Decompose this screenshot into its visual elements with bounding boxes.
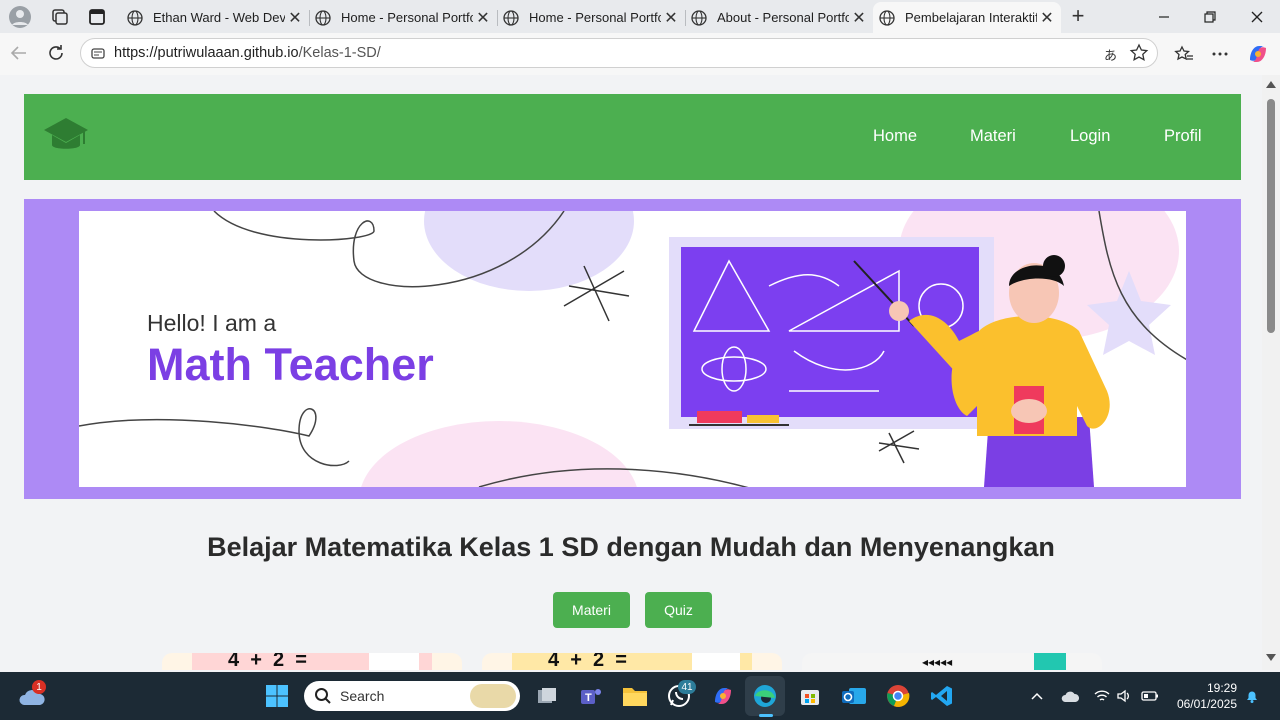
banner-title: Math Teacher bbox=[147, 339, 434, 390]
copilot-app-icon[interactable] bbox=[709, 682, 737, 710]
banner-image: Hello! I am a Math Teacher bbox=[79, 211, 1186, 487]
reload-icon[interactable] bbox=[46, 43, 66, 63]
tab-2[interactable]: Home - Personal Portfol ✕ bbox=[309, 2, 498, 33]
nav-login-link[interactable]: Login bbox=[1070, 127, 1110, 146]
page-viewport: Home Materi Login Profil Hello! I am a M… bbox=[0, 75, 1262, 670]
globe-icon bbox=[879, 9, 895, 26]
weather-badge: 1 bbox=[32, 680, 46, 694]
tab-actions-icon[interactable] bbox=[87, 7, 107, 27]
lesson-card-3[interactable]: ◂◂◂◂◂ bbox=[802, 653, 1102, 670]
site-info-icon[interactable] bbox=[90, 45, 106, 61]
teams-icon[interactable]: T bbox=[577, 682, 605, 710]
scroll-down-icon[interactable] bbox=[1266, 654, 1276, 661]
page-title: Belajar Matematika Kelas 1 SD dengan Mud… bbox=[207, 532, 1055, 562]
tab-title: Home - Personal Portfol bbox=[341, 10, 473, 25]
taskbar: 1 Search T 41 19:29 06/01/2025 bbox=[0, 672, 1280, 720]
favorites-icon[interactable] bbox=[1174, 44, 1194, 64]
edge-browser-icon[interactable] bbox=[751, 682, 779, 710]
whatsapp-badge: 41 bbox=[678, 680, 696, 694]
vertical-scrollbar[interactable] bbox=[1262, 75, 1280, 670]
vscode-icon[interactable] bbox=[928, 682, 956, 710]
close-tab-icon[interactable]: ✕ bbox=[285, 8, 305, 28]
quiz-button[interactable]: Quiz bbox=[645, 592, 712, 628]
search-highlight-image bbox=[470, 684, 516, 708]
close-tab-icon[interactable]: ✕ bbox=[661, 8, 681, 28]
tab-title: Pembelajaran Interaktif bbox=[905, 10, 1037, 25]
close-tab-icon[interactable]: ✕ bbox=[849, 8, 869, 28]
globe-icon bbox=[503, 9, 519, 26]
start-windows-icon[interactable] bbox=[263, 682, 291, 710]
minimize-button[interactable] bbox=[1141, 0, 1187, 33]
active-indicator bbox=[759, 714, 773, 717]
banner-greeting: Hello! I am a bbox=[147, 310, 277, 336]
globe-icon bbox=[127, 9, 143, 26]
show-hidden-icons-icon[interactable] bbox=[1030, 689, 1044, 703]
profile-icon[interactable] bbox=[8, 5, 32, 29]
close-tab-icon[interactable]: ✕ bbox=[473, 8, 493, 28]
onedrive-icon[interactable] bbox=[1061, 689, 1080, 703]
toolbar: https://putriwulaaan.github.io/Kelas-1-S… bbox=[0, 33, 1280, 75]
restore-button[interactable] bbox=[1187, 0, 1233, 33]
tab-title: Ethan Ward - Web Deve bbox=[153, 10, 285, 25]
nav-materi-link[interactable]: Materi bbox=[970, 127, 1016, 146]
materi-button[interactable]: Materi bbox=[553, 592, 630, 628]
copilot-icon[interactable] bbox=[1246, 42, 1270, 66]
graduation-cap-logo-icon[interactable] bbox=[43, 116, 89, 158]
tab-4[interactable]: About - Personal Portfol ✕ bbox=[685, 2, 873, 33]
clock-date: 06/01/2025 bbox=[1176, 697, 1237, 711]
battery-icon[interactable] bbox=[1141, 689, 1159, 703]
task-view-icon[interactable] bbox=[533, 682, 561, 710]
url-path: /Kelas-1-SD/ bbox=[298, 45, 381, 61]
nav-home-link[interactable]: Home bbox=[873, 127, 917, 146]
globe-icon bbox=[315, 9, 331, 26]
tab-1[interactable]: Ethan Ward - Web Deve ✕ bbox=[121, 2, 310, 33]
card-equation: 4 + 2 = bbox=[228, 653, 307, 670]
clock-time: 19:29 bbox=[1206, 681, 1237, 695]
scroll-up-icon[interactable] bbox=[1266, 81, 1276, 88]
lesson-card-2[interactable]: 4 + 2 = bbox=[482, 653, 782, 670]
tab-title: Home - Personal Portfol bbox=[529, 10, 661, 25]
tab-3[interactable]: Home - Personal Portfol ✕ bbox=[497, 2, 686, 33]
taskbar-search[interactable]: Search bbox=[304, 681, 520, 711]
svg-text:T: T bbox=[585, 692, 592, 704]
file-explorer-icon[interactable] bbox=[621, 682, 649, 710]
system-clock[interactable]: 19:29 06/01/2025 bbox=[1177, 680, 1237, 712]
card-arrows: ◂◂◂◂◂ bbox=[922, 655, 953, 669]
notifications-bell-icon[interactable] bbox=[1244, 688, 1260, 704]
workspaces-icon[interactable] bbox=[50, 7, 70, 27]
volume-icon[interactable] bbox=[1116, 688, 1132, 704]
globe-icon bbox=[691, 9, 707, 26]
more-menu-icon[interactable] bbox=[1210, 44, 1230, 64]
outlook-icon[interactable] bbox=[840, 682, 868, 710]
new-tab-button[interactable]: + bbox=[1066, 2, 1090, 30]
read-aloud-icon[interactable]: あ bbox=[1104, 45, 1117, 64]
chrome-icon[interactable] bbox=[884, 682, 912, 710]
site-header: Home Materi Login Profil bbox=[24, 94, 1241, 180]
card-equation: 4 + 2 = bbox=[548, 653, 627, 670]
url-host: https://putriwulaaan.github.io bbox=[114, 45, 299, 61]
tab-strip: Ethan Ward - Web Deve ✕ Home - Personal … bbox=[0, 0, 1280, 33]
wifi-icon[interactable] bbox=[1094, 688, 1110, 704]
close-window-button[interactable] bbox=[1234, 0, 1280, 33]
store-icon[interactable] bbox=[796, 682, 824, 710]
nav-profil-link[interactable]: Profil bbox=[1164, 127, 1202, 146]
scrollbar-thumb[interactable] bbox=[1267, 99, 1275, 333]
favorite-star-icon[interactable] bbox=[1129, 43, 1149, 63]
lesson-card-1[interactable]: 4 + 2 = bbox=[162, 653, 462, 670]
hero-banner: Hello! I am a Math Teacher bbox=[24, 199, 1241, 499]
address-bar[interactable]: https://putriwulaaan.github.io/Kelas-1-S… bbox=[80, 38, 1158, 68]
search-placeholder: Search bbox=[340, 688, 385, 704]
search-icon bbox=[315, 688, 331, 704]
tab-active[interactable]: Pembelajaran Interaktif ✕ bbox=[873, 2, 1061, 33]
close-tab-icon[interactable]: ✕ bbox=[1037, 8, 1057, 28]
tab-title: About - Personal Portfol bbox=[717, 10, 849, 25]
back-icon[interactable] bbox=[9, 43, 29, 63]
